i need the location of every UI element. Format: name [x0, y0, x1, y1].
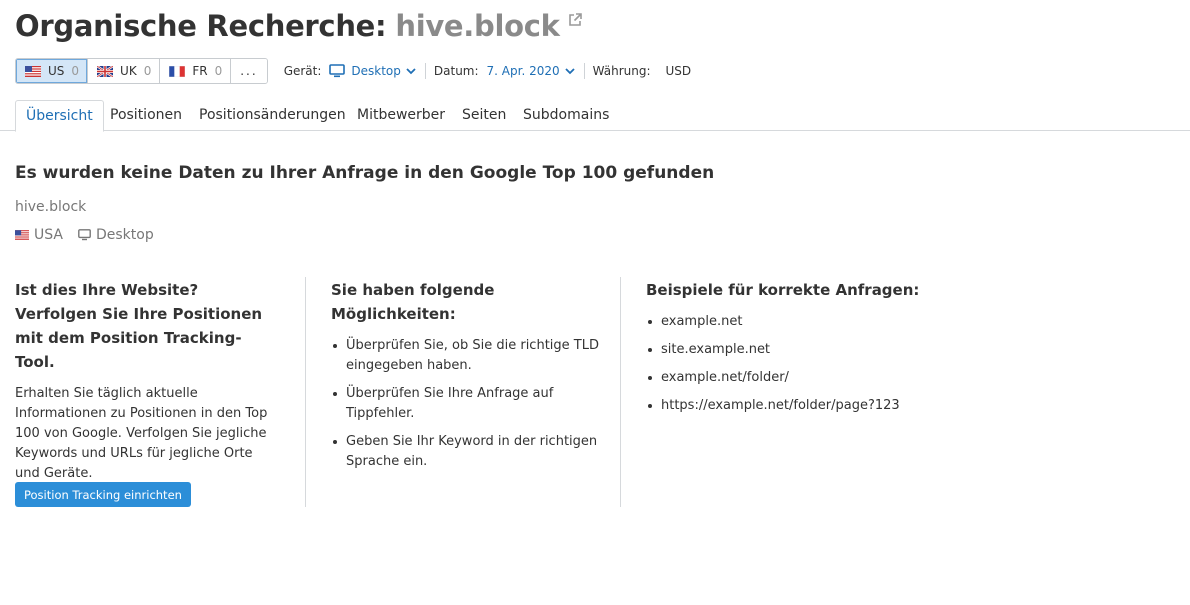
date-filter: Datum: 7. Apr. 2020 [434, 58, 575, 84]
divider [583, 63, 585, 79]
page-title-domain: hive.block [395, 9, 560, 43]
device-label: Gerät: [283, 64, 322, 78]
us-flag-icon [25, 65, 41, 77]
tab-subdomains[interactable]: Subdomains [513, 100, 619, 131]
date-label: Datum: [433, 64, 479, 78]
monitor-icon [78, 229, 91, 241]
list-item: example.net [646, 312, 940, 332]
list-item: Überprüfen Sie Ihre Anfrage auf Tippfehl… [331, 384, 621, 424]
tab-overview[interactable]: Übersicht [15, 100, 104, 132]
queried-domain: hive.block [15, 199, 87, 215]
tab-position-changes[interactable]: Positionsänderungen [189, 100, 356, 131]
tab-competitors[interactable]: Mitbewerber [347, 100, 455, 131]
position-tracking-promo: Ist dies Ihre Website? Verfolgen Sie Ihr… [15, 277, 275, 507]
external-link-icon[interactable] [568, 13, 582, 27]
db-code: US [48, 64, 65, 78]
options-list: Überprüfen Sie, ob Sie die richtige TLD … [331, 336, 621, 472]
uk-flag-icon [97, 65, 114, 77]
chevron-down-icon [565, 67, 575, 74]
meta-device: Desktop [95, 227, 154, 243]
monitor-icon [329, 64, 346, 78]
no-data-heading: Es wurden keine Daten zu Ihrer Anfrage i… [15, 163, 715, 183]
list-item: https://example.net/folder/page?123 [646, 396, 940, 416]
options-title: Sie haben folgende Möglichkeiten: [331, 281, 495, 323]
examples-title: Beispiele für korrekte Anfragen: [646, 281, 920, 299]
device-filter: Gerät: Desktop [284, 58, 416, 84]
divider [424, 63, 426, 79]
promo-description: Erhalten Sie täglich aktuelle Informatio… [15, 386, 268, 481]
chevron-down-icon [406, 67, 416, 74]
db-count: 0 [214, 64, 223, 78]
list-item: Überprüfen Sie, ob Sie die richtige TLD … [331, 336, 621, 376]
list-item: site.example.net [646, 340, 940, 360]
page-title-row: Organische Recherche: hive.block [15, 6, 582, 46]
examples-column: Beispiele für korrekte Anfragen: example… [620, 277, 940, 507]
currency-label: Währung: [592, 64, 651, 78]
tab-pages[interactable]: Seiten [452, 100, 516, 131]
db-button-fr[interactable]: FR 0 [160, 59, 232, 83]
list-item: Geben Sie Ihr Keyword in der richtigen S… [331, 432, 621, 472]
database-selector: US 0 UK 0 FR 0 ... [15, 58, 268, 84]
promo-title: Ist dies Ihre Website? Verfolgen Sie Ihr… [15, 281, 263, 371]
db-code: FR [192, 64, 208, 78]
device-value: Desktop [351, 64, 401, 78]
setup-position-tracking-button[interactable]: Position Tracking einrichten [15, 482, 191, 507]
date-value: 7. Apr. 2020 [486, 64, 560, 78]
db-count: 0 [143, 64, 152, 78]
currency-value: USD [665, 64, 692, 78]
currency-filter: Währung: USD [593, 58, 692, 84]
filter-bar: US 0 UK 0 FR 0 ... Gerät: Desktop Datum:… [15, 58, 691, 84]
fr-flag-icon [169, 65, 186, 77]
query-meta: USA Desktop [15, 227, 154, 243]
more-databases-button[interactable]: ... [231, 59, 267, 83]
tab-bar: Übersicht Positionen Positionsänderungen… [0, 100, 1190, 132]
list-item: example.net/folder/ [646, 368, 940, 388]
db-count: 0 [71, 64, 80, 78]
device-dropdown[interactable]: Desktop [329, 64, 416, 78]
us-flag-icon [15, 230, 29, 240]
examples-list: example.net site.example.net example.net… [646, 312, 940, 416]
options-column: Sie haben folgende Möglichkeiten: Überpr… [305, 277, 621, 507]
db-code: UK [120, 64, 137, 78]
meta-country: USA [34, 227, 63, 243]
db-button-us[interactable]: US 0 [16, 59, 89, 83]
db-button-uk[interactable]: UK 0 [88, 59, 161, 83]
tab-positions[interactable]: Positionen [100, 100, 192, 131]
date-dropdown[interactable]: 7. Apr. 2020 [487, 64, 575, 78]
page-title: Organische Recherche: [15, 9, 387, 43]
